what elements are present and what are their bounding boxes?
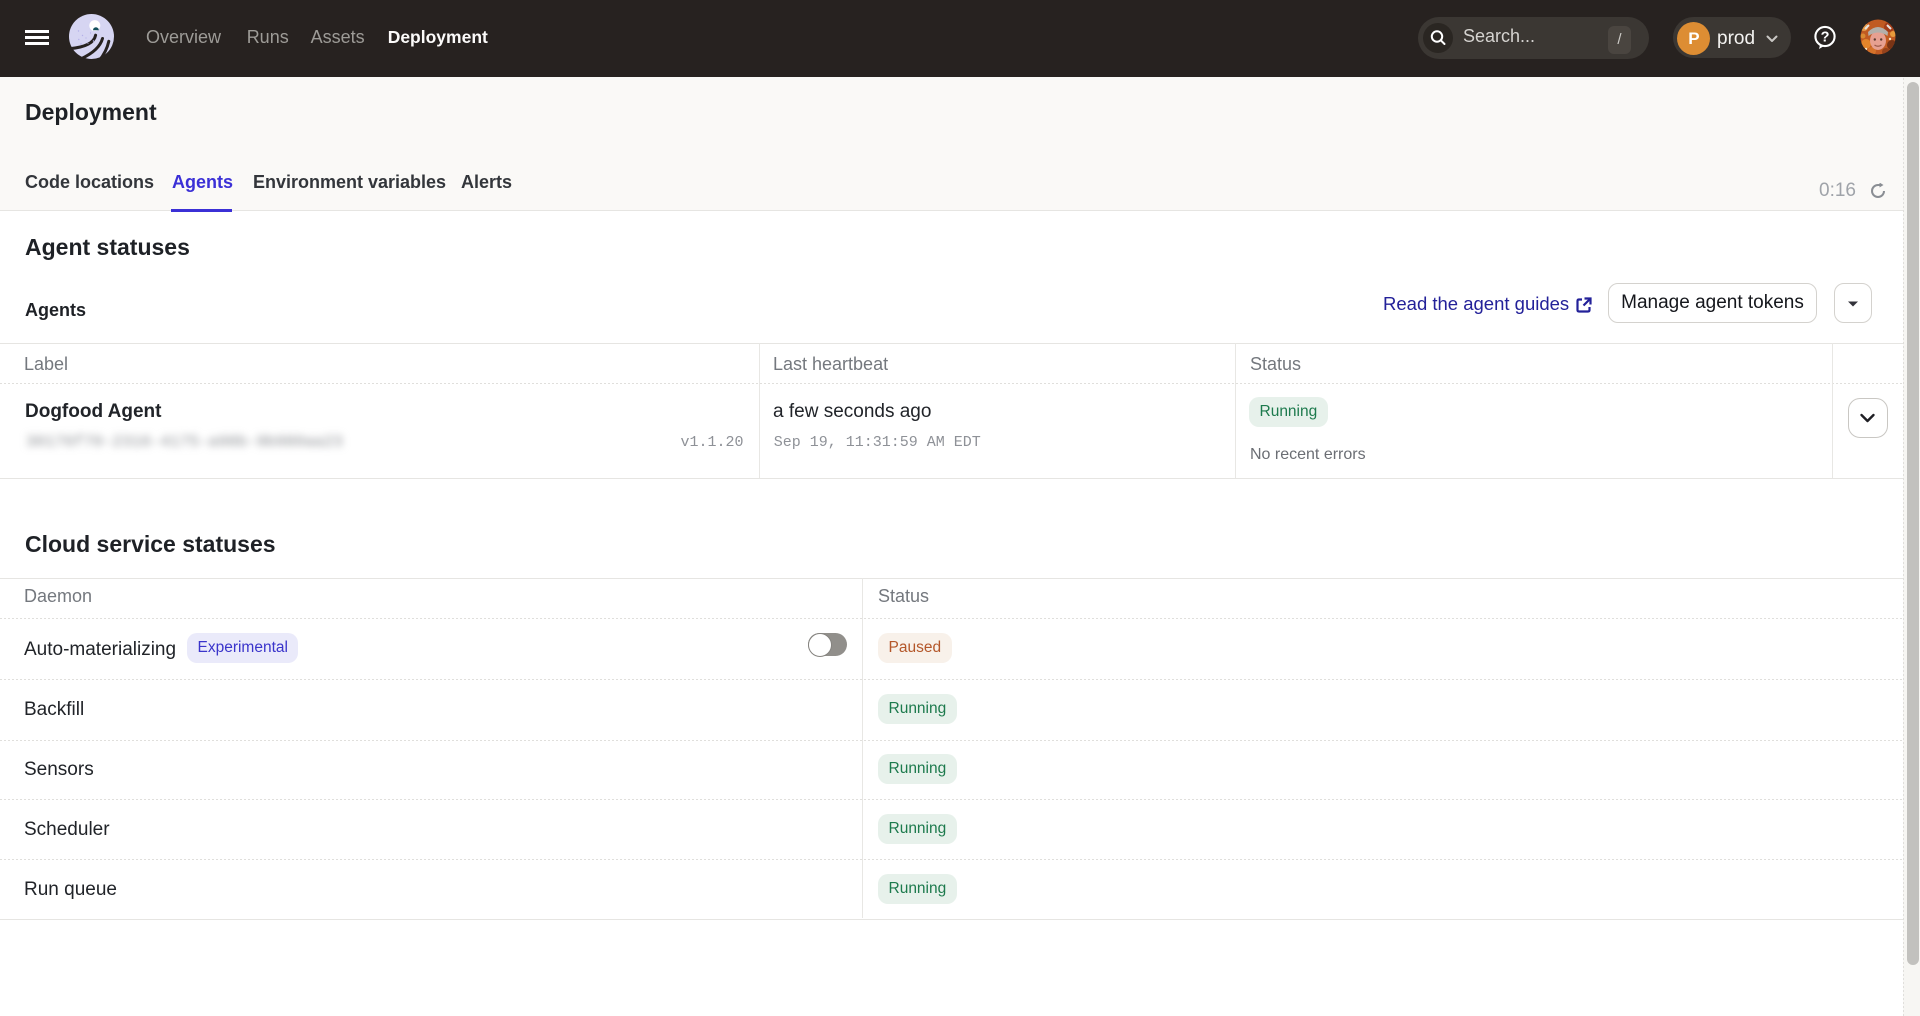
svg-text:?: ?	[1821, 30, 1830, 46]
